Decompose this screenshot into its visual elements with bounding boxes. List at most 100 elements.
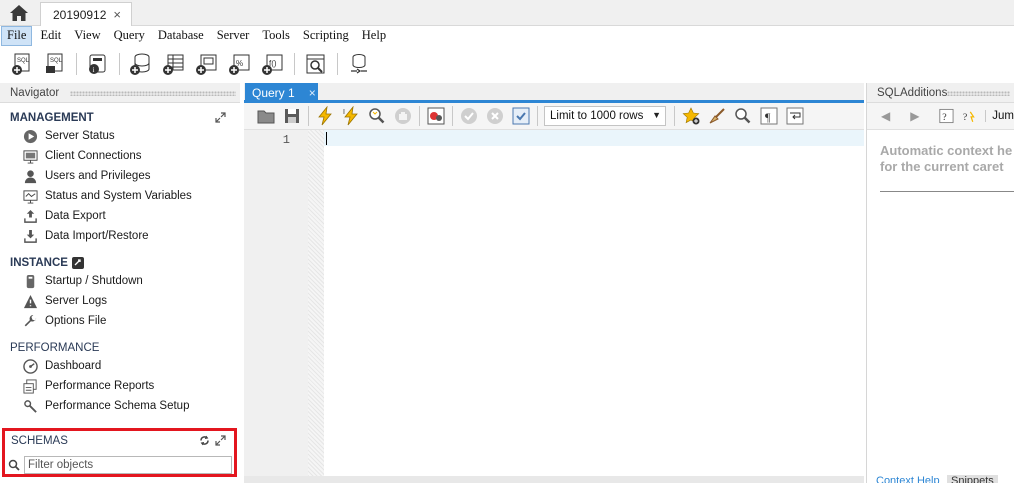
beautify-broom-icon[interactable] bbox=[707, 106, 727, 126]
open-sql-script-icon[interactable]: SQL bbox=[43, 52, 67, 76]
rollback-icon[interactable] bbox=[485, 106, 505, 126]
save-icon[interactable] bbox=[282, 106, 302, 126]
query-tab-strip: Query 1 × bbox=[244, 83, 864, 103]
refresh-icon[interactable] bbox=[199, 435, 210, 446]
svg-text:¶: ¶ bbox=[765, 110, 771, 124]
autocommit-icon[interactable] bbox=[511, 106, 531, 126]
limit-rows-select[interactable]: Limit to 1000 rows ▼ bbox=[544, 106, 666, 126]
toolbar-separator bbox=[674, 106, 675, 126]
home-icon[interactable] bbox=[0, 0, 38, 26]
nav-options-file[interactable]: Options File bbox=[0, 311, 240, 331]
sql-additions-panel: SQLAdditions ◀ ▶ ? ? Jum Automatic conte… bbox=[866, 83, 1014, 483]
query-editor-area: Query 1 × I Limit to 1000 rows ▼ ¶ 1 bbox=[244, 83, 864, 483]
menu-file[interactable]: File bbox=[1, 26, 33, 46]
maximize-icon[interactable] bbox=[215, 112, 226, 123]
new-sql-tab-icon[interactable]: SQL bbox=[10, 52, 34, 76]
nav-data-export[interactable]: Data Export bbox=[0, 206, 240, 226]
menu-help[interactable]: Help bbox=[357, 27, 391, 45]
menu-edit[interactable]: Edit bbox=[35, 27, 66, 45]
nav-item-label: Options File bbox=[45, 315, 107, 327]
reports-icon bbox=[22, 378, 38, 394]
menu-database[interactable]: Database bbox=[153, 27, 209, 45]
nav-startup-shutdown[interactable]: Startup / Shutdown bbox=[0, 271, 240, 291]
upload-icon bbox=[22, 208, 38, 224]
play-circle-icon bbox=[22, 128, 38, 144]
line-number-gutter: 1 bbox=[244, 130, 308, 476]
tab-context-help[interactable]: Context Help bbox=[876, 475, 940, 483]
reconnect-icon[interactable] bbox=[347, 52, 371, 76]
svg-text:I: I bbox=[343, 109, 345, 116]
open-folder-icon[interactable] bbox=[256, 106, 276, 126]
execute-current-icon[interactable]: I bbox=[341, 105, 361, 126]
server-icon bbox=[22, 273, 38, 289]
sql-editor[interactable]: 1 bbox=[244, 130, 864, 476]
nav-item-label: Client Connections bbox=[45, 150, 142, 162]
nav-item-label: Data Export bbox=[45, 210, 106, 222]
nav-users-privileges[interactable]: Users and Privileges bbox=[0, 166, 240, 186]
settings-wrench-icon bbox=[22, 398, 38, 414]
nav-status-variables[interactable]: Status and System Variables bbox=[0, 186, 240, 206]
search-icon bbox=[8, 459, 20, 471]
menu-scripting[interactable]: Scripting bbox=[298, 27, 354, 45]
drag-handle[interactable] bbox=[70, 91, 236, 96]
menu-view[interactable]: View bbox=[69, 27, 105, 45]
toggle-continue-on-error-icon[interactable] bbox=[426, 106, 446, 126]
query-toolbar: I Limit to 1000 rows ▼ ¶ bbox=[244, 103, 864, 130]
nav-item-label: Startup / Shutdown bbox=[45, 275, 143, 287]
create-schema-icon[interactable] bbox=[129, 52, 153, 76]
menu-query[interactable]: Query bbox=[109, 27, 150, 45]
execute-lightning-icon[interactable] bbox=[315, 105, 335, 126]
nav-performance-schema-setup[interactable]: Performance Schema Setup bbox=[0, 396, 240, 416]
maximize-icon[interactable] bbox=[215, 435, 226, 446]
management-heading: MANAGEMENT bbox=[10, 112, 94, 124]
search-table-data-icon[interactable] bbox=[304, 52, 328, 76]
server-info-icon[interactable]: i bbox=[86, 52, 110, 76]
create-table-icon[interactable] bbox=[162, 52, 186, 76]
connection-tab[interactable]: 20190912 × bbox=[40, 2, 132, 26]
instance-status-icon bbox=[71, 257, 84, 269]
nav-performance-reports[interactable]: Performance Reports bbox=[0, 376, 240, 396]
forward-arrow-icon[interactable]: ▶ bbox=[910, 109, 919, 123]
menu-server[interactable]: Server bbox=[212, 27, 255, 45]
menu-tools[interactable]: Tools bbox=[257, 27, 295, 45]
manual-help-icon[interactable]: ? bbox=[962, 107, 977, 125]
menu-bar: File Edit View Query Database Server Too… bbox=[0, 26, 1014, 46]
toolbar-separator bbox=[294, 53, 295, 75]
schemas-actions bbox=[199, 435, 226, 446]
horizontal-scrollbar[interactable] bbox=[244, 476, 864, 483]
stop-hand-icon[interactable] bbox=[393, 106, 413, 126]
nav-dashboard[interactable]: Dashboard bbox=[0, 356, 240, 376]
create-function-icon[interactable]: f() bbox=[261, 52, 285, 76]
sql-additions-toolbar: ◀ ▶ ? ? Jum bbox=[867, 103, 1014, 130]
drag-handle[interactable] bbox=[947, 91, 1010, 96]
filter-objects-input[interactable] bbox=[24, 456, 232, 474]
nav-server-logs[interactable]: Server Logs bbox=[0, 291, 240, 311]
tab-snippets[interactable]: Snippets bbox=[947, 475, 998, 483]
find-icon[interactable] bbox=[733, 106, 753, 126]
create-view-icon[interactable] bbox=[195, 52, 219, 76]
jump-to-select[interactable]: Jum bbox=[985, 110, 1014, 122]
toolbar-separator bbox=[308, 106, 309, 126]
query-tab[interactable]: Query 1 × bbox=[245, 83, 318, 103]
word-wrap-icon[interactable] bbox=[785, 106, 805, 126]
toolbar-separator bbox=[76, 53, 77, 75]
context-help-toggle-icon[interactable]: ? bbox=[939, 107, 954, 125]
invisible-chars-icon[interactable]: ¶ bbox=[759, 106, 779, 126]
toolbar-separator bbox=[119, 53, 120, 75]
nav-data-import[interactable]: Data Import/Restore bbox=[0, 226, 240, 246]
close-tab-icon[interactable]: × bbox=[113, 7, 121, 22]
explain-icon[interactable] bbox=[367, 106, 387, 126]
context-help-text: Automatic context he for the current car… bbox=[880, 143, 1012, 175]
create-procedure-icon[interactable]: % bbox=[228, 52, 252, 76]
monitor-icon bbox=[22, 148, 38, 164]
back-arrow-icon[interactable]: ◀ bbox=[881, 109, 890, 123]
add-snippet-star-icon[interactable] bbox=[681, 106, 701, 126]
svg-text:?: ? bbox=[963, 112, 967, 123]
nav-server-status[interactable]: Server Status bbox=[0, 126, 240, 146]
performance-section: PERFORMANCE bbox=[0, 340, 240, 356]
schema-filter-row bbox=[8, 456, 232, 474]
commit-icon[interactable] bbox=[459, 106, 479, 126]
connection-tab-strip: 20190912 × bbox=[0, 0, 1014, 26]
close-query-tab-icon[interactable]: × bbox=[309, 86, 316, 100]
nav-client-connections[interactable]: Client Connections bbox=[0, 146, 240, 166]
